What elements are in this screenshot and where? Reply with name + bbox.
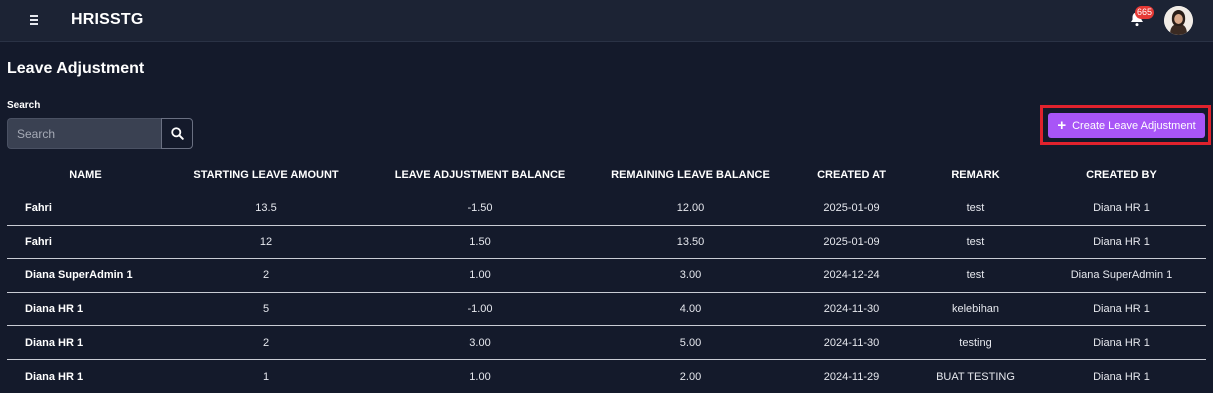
column-header-name: NAME <box>69 169 102 181</box>
cell-remark: test <box>966 202 985 215</box>
column-header-starting-leave-amount: STARTING LEAVE AMOUNT <box>193 169 339 181</box>
table-row[interactable]: Diana SuperAdmin 1 2 1.00 3.00 2024-12-2… <box>7 259 1206 293</box>
cell-starting-leave-amount: 2 <box>262 336 270 349</box>
table-row[interactable]: Diana HR 1 1 1.00 2.00 2024-11-29 BUAT T… <box>7 360 1206 393</box>
app-title: HRISSTG <box>71 11 144 28</box>
column-header-remark: REMARK <box>951 169 1000 181</box>
cell-starting-leave-amount: 5 <box>262 303 270 316</box>
cell-name: Diana SuperAdmin 1 <box>25 269 133 282</box>
cell-remaining-leave-balance: 2.00 <box>679 370 702 383</box>
column-header-created-at: CREATED AT <box>817 169 886 181</box>
cell-created-by: Diana SuperAdmin 1 <box>1070 269 1173 282</box>
cell-remark: test <box>966 269 985 282</box>
cell-leave-adjustment-balance: -1.50 <box>467 202 493 215</box>
hamburger-menu-icon[interactable] <box>26 12 42 28</box>
cell-created-by: Diana HR 1 <box>1093 370 1150 383</box>
cell-name: Diana HR 1 <box>25 303 84 316</box>
plus-icon: + <box>1057 117 1067 134</box>
cell-name: Fahri <box>25 235 52 248</box>
column-header-created-by: CREATED BY <box>1086 169 1157 181</box>
cell-created-at: 2024-11-29 <box>823 370 880 383</box>
search-input[interactable] <box>7 118 162 149</box>
cell-leave-adjustment-balance: 1.50 <box>469 235 491 248</box>
table-row[interactable]: Fahri 13.5 -1.50 12.00 2025-01-09 test D… <box>7 192 1206 226</box>
top-bar: HRISSTG 665 <box>0 0 1213 42</box>
create-leave-adjustment-button[interactable]: + Create Leave Adjustment <box>1048 113 1205 138</box>
cell-leave-adjustment-balance: 3.00 <box>469 336 491 349</box>
create-button-label: Create Leave Adjustment <box>1072 119 1196 132</box>
cell-created-at: 2024-12-24 <box>823 269 880 282</box>
cell-name: Diana HR 1 <box>25 370 84 383</box>
cell-created-at: 2025-01-09 <box>823 202 880 215</box>
cell-created-by: Diana HR 1 <box>1093 202 1150 215</box>
table-row[interactable]: Diana HR 1 2 3.00 5.00 2024-11-30 testin… <box>7 326 1206 360</box>
cell-created-by: Diana HR 1 <box>1093 235 1150 248</box>
cell-starting-leave-amount: 13.5 <box>255 202 277 215</box>
search-button[interactable] <box>161 118 193 149</box>
cell-remark: testing <box>959 336 992 349</box>
cell-name: Diana HR 1 <box>25 336 84 349</box>
create-button-highlight: + Create Leave Adjustment <box>1040 105 1211 145</box>
cell-remark: test <box>966 235 985 248</box>
search-label: Search <box>7 100 41 111</box>
notification-count-badge: 665 <box>1135 6 1155 19</box>
cell-starting-leave-amount: 12 <box>259 235 273 248</box>
cell-created-at: 2025-01-09 <box>823 235 880 248</box>
cell-name: Fahri <box>25 202 52 215</box>
column-header-leave-adjustment-balance: LEAVE ADJUSTMENT BALANCE <box>394 169 566 181</box>
cell-created-by: Diana HR 1 <box>1093 336 1150 349</box>
cell-starting-leave-amount: 2 <box>262 269 270 282</box>
search-icon <box>170 127 184 140</box>
table-header-row: NAME STARTING LEAVE AMOUNT LEAVE ADJUSTM… <box>7 158 1206 192</box>
user-avatar[interactable] <box>1164 6 1193 35</box>
page-title: Leave Adjustment <box>7 60 145 77</box>
cell-created-at: 2024-11-30 <box>823 303 880 316</box>
cell-remaining-leave-balance: 3.00 <box>679 269 702 282</box>
table-row[interactable]: Fahri 12 1.50 13.50 2025-01-09 test Dian… <box>7 226 1206 260</box>
cell-remark: BUAT TESTING <box>936 370 1015 383</box>
cell-remaining-leave-balance: 12.00 <box>676 202 705 215</box>
table-row[interactable]: Diana HR 1 5 -1.00 4.00 2024-11-30 keleb… <box>7 293 1206 327</box>
cell-remaining-leave-balance: 4.00 <box>679 303 702 316</box>
cell-remark: kelebihan <box>951 303 1000 316</box>
cell-created-by: Diana HR 1 <box>1093 303 1150 316</box>
cell-remaining-leave-balance: 5.00 <box>679 336 702 349</box>
cell-leave-adjustment-balance: -1.00 <box>467 303 493 316</box>
cell-created-at: 2024-11-30 <box>823 336 880 349</box>
leave-adjustment-table: NAME STARTING LEAVE AMOUNT LEAVE ADJUSTM… <box>7 158 1206 393</box>
column-header-remaining-leave-balance: REMAINING LEAVE BALANCE <box>611 169 770 181</box>
cell-remaining-leave-balance: 13.50 <box>676 235 705 248</box>
cell-leave-adjustment-balance: 1.00 <box>469 370 491 383</box>
cell-leave-adjustment-balance: 1.00 <box>469 269 491 282</box>
cell-starting-leave-amount: 1 <box>262 370 270 383</box>
